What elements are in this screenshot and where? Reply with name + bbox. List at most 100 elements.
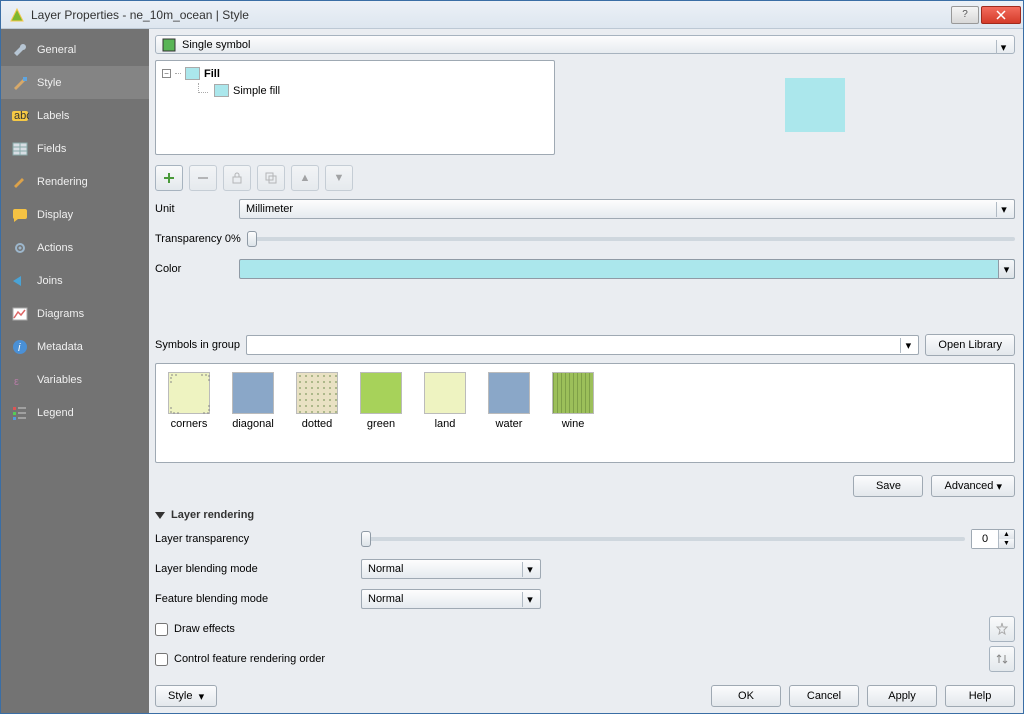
sidebar-item-legend[interactable]: Legend (1, 396, 149, 429)
slider-thumb[interactable] (361, 531, 371, 547)
effects-settings-button[interactable] (989, 616, 1015, 642)
spin-down[interactable]: ▼ (999, 539, 1014, 548)
sidebar-item-joins[interactable]: Joins (1, 264, 149, 297)
chevron-down-icon: ▾ (996, 40, 1010, 54)
color-button[interactable]: ▾ (239, 259, 1015, 279)
qgis-icon (9, 7, 25, 23)
draw-effects-checkbox[interactable]: Draw effects (155, 623, 235, 636)
control-order-checkbox[interactable]: Control feature rendering order (155, 653, 325, 666)
feature-blend-select[interactable]: Normal▾ (361, 589, 541, 609)
sidebar-item-display[interactable]: Display (1, 198, 149, 231)
symbol-green[interactable]: green (356, 372, 406, 458)
sidebar-item-label: Display (37, 209, 73, 221)
layer-rendering-header[interactable]: Layer rendering (155, 509, 1015, 521)
style-menu-button[interactable]: Style ▾ (155, 685, 217, 707)
gear-icon (11, 239, 29, 257)
feature-blend-label: Feature blending mode (155, 593, 355, 605)
dialog-footer: Style ▾ OK Cancel Apply Help (155, 677, 1015, 707)
open-library-button[interactable]: Open Library (925, 334, 1015, 356)
lock-layer-button[interactable] (223, 165, 251, 191)
sidebar-item-label: Labels (37, 110, 69, 122)
slider-thumb[interactable] (247, 231, 257, 247)
spinner-input[interactable] (972, 530, 998, 548)
fill-swatch-icon (214, 84, 229, 97)
sidebar-item-labels[interactable]: abc Labels (1, 99, 149, 132)
window-title: Layer Properties - ne_10m_ocean | Style (31, 8, 951, 22)
symbol-wine[interactable]: wine (548, 372, 598, 458)
sidebar-item-diagrams[interactable]: Diagrams (1, 297, 149, 330)
main-panel: Single symbol ▾ − Fill Simple fill (149, 29, 1023, 713)
symbol-land[interactable]: land (420, 372, 470, 458)
sidebar-item-label: Style (37, 77, 61, 89)
symbol-label: land (435, 418, 456, 430)
remove-layer-button[interactable] (189, 165, 217, 191)
layer-transparency-spinner[interactable]: ▲▼ (971, 529, 1015, 549)
legend-icon (11, 404, 29, 422)
renderer-type-value: Single symbol (182, 39, 250, 51)
tree-child-label: Simple fill (233, 85, 280, 97)
paint-icon (11, 173, 29, 191)
symbol-layer-tree[interactable]: − Fill Simple fill (155, 60, 555, 155)
sidebar-item-actions[interactable]: Actions (1, 231, 149, 264)
symbol-diagonal[interactable]: diagonal (228, 372, 278, 458)
save-button[interactable]: Save (853, 475, 923, 497)
symbol-label: water (496, 418, 523, 430)
labels-icon: abc (11, 107, 29, 125)
speech-icon (11, 206, 29, 224)
sidebar-item-general[interactable]: General (1, 33, 149, 66)
symbols-list: corners diagonal dotted green land water… (155, 363, 1015, 463)
unit-select[interactable]: Millimeter▾ (239, 199, 1015, 219)
unit-value: Millimeter (246, 203, 293, 215)
sidebar-item-label: Diagrams (37, 308, 84, 320)
brush-icon (11, 74, 29, 92)
symbol-water[interactable]: water (484, 372, 534, 458)
help-button[interactable]: Help (945, 685, 1015, 707)
layer-properties-dialog: Layer Properties - ne_10m_ocean | Style … (0, 0, 1024, 714)
sidebar-item-label: Fields (37, 143, 66, 155)
symbol-corners[interactable]: corners (164, 372, 214, 458)
sidebar-item-style[interactable]: Style (1, 66, 149, 99)
epsilon-icon: ε (11, 371, 29, 389)
renderer-type-select[interactable]: Single symbol ▾ (155, 35, 1015, 54)
category-sidebar: General Style abc Labels Fields Rendering… (1, 29, 149, 713)
svg-text:ε: ε (14, 376, 19, 388)
layer-blend-select[interactable]: Normal▾ (361, 559, 541, 579)
symbol-label: diagonal (232, 418, 274, 430)
sidebar-item-label: Legend (37, 407, 74, 419)
order-settings-button[interactable] (989, 646, 1015, 672)
cancel-button[interactable]: Cancel (789, 685, 859, 707)
symbol-dotted[interactable]: dotted (292, 372, 342, 458)
apply-button[interactable]: Apply (867, 685, 937, 707)
duplicate-layer-button[interactable] (257, 165, 285, 191)
sidebar-item-label: Variables (37, 374, 82, 386)
transparency-label: Transparency 0% (155, 233, 241, 245)
transparency-slider[interactable] (247, 237, 1015, 241)
sidebar-item-label: Rendering (37, 176, 88, 188)
help-button[interactable]: ? (951, 6, 979, 24)
add-layer-button[interactable] (155, 165, 183, 191)
sidebar-item-label: Actions (37, 242, 73, 254)
layer-transparency-slider[interactable] (361, 537, 965, 541)
symbol-label: corners (171, 418, 208, 430)
sidebar-item-fields[interactable]: Fields (1, 132, 149, 165)
sidebar-item-metadata[interactable]: iMetadata (1, 330, 149, 363)
advanced-button[interactable]: Advanced ▾ (931, 475, 1015, 497)
sidebar-item-label: Joins (37, 275, 63, 287)
sidebar-item-rendering[interactable]: Rendering (1, 165, 149, 198)
sidebar-item-variables[interactable]: ε Variables (1, 363, 149, 396)
section-title: Layer rendering (171, 509, 254, 521)
chevron-down-icon: ▾ (900, 338, 915, 353)
close-button[interactable] (981, 6, 1021, 24)
ok-button[interactable]: OK (711, 685, 781, 707)
wrench-icon (11, 41, 29, 59)
symbol-label: dotted (302, 418, 333, 430)
unit-label: Unit (155, 203, 233, 215)
color-label: Color (155, 263, 233, 275)
join-icon (11, 272, 29, 290)
collapse-icon[interactable]: − (162, 69, 171, 78)
layer-blend-label: Layer blending mode (155, 563, 355, 575)
symbols-group-select[interactable]: ▾ (246, 335, 919, 355)
move-up-button[interactable]: ▲ (291, 165, 319, 191)
move-down-button[interactable]: ▼ (325, 165, 353, 191)
spin-up[interactable]: ▲ (999, 530, 1014, 539)
